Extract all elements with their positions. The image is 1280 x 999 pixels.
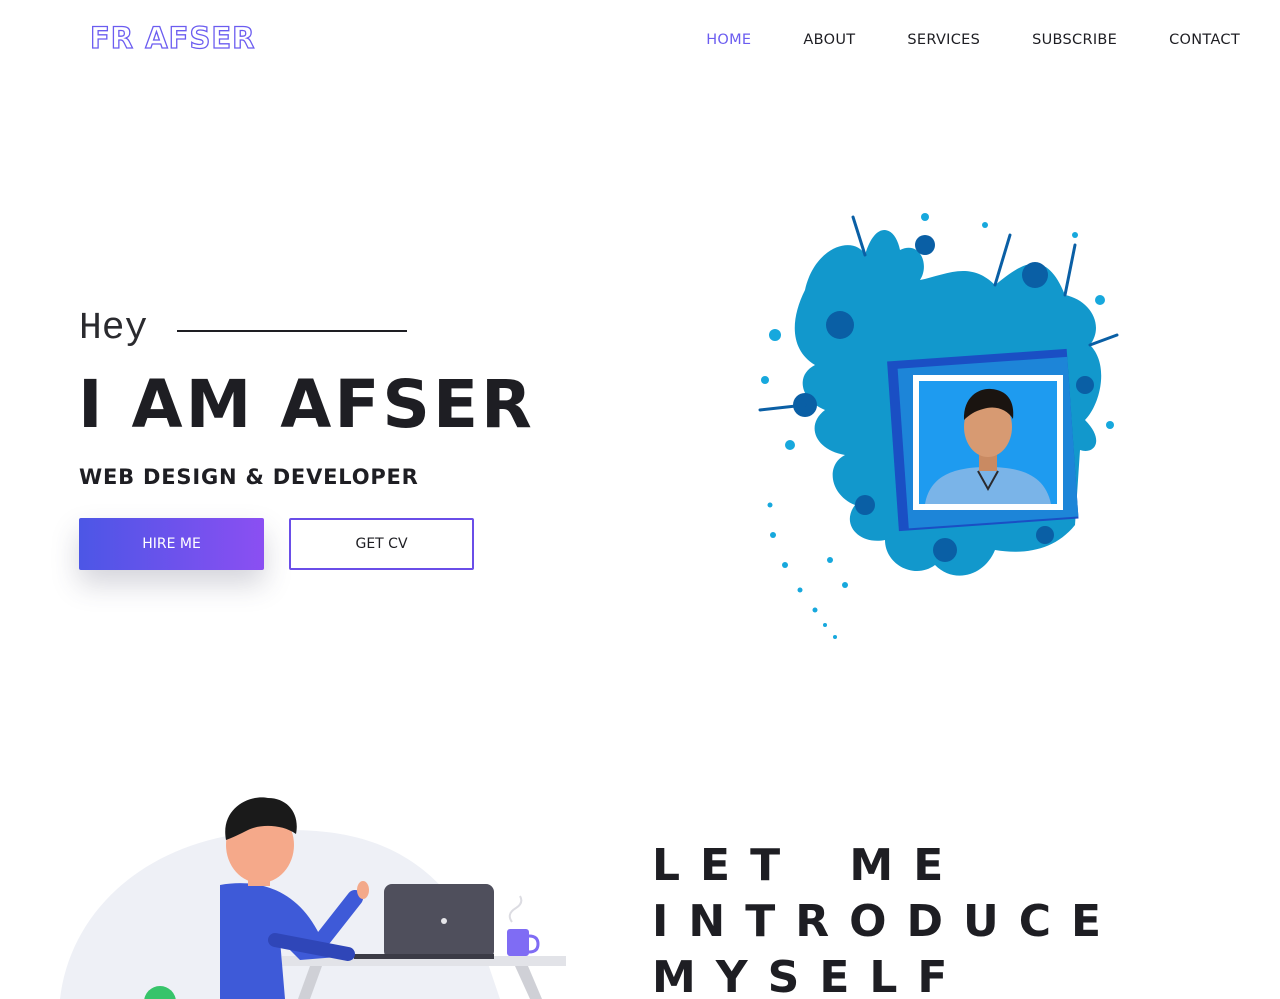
hire-me-button[interactable]: HIRE ME [79, 518, 264, 570]
profile-splash-image [758, 213, 1119, 639]
greeting-row: Hey [79, 306, 408, 352]
nav-item-subscribe[interactable]: SUBSCRIBE [1032, 30, 1117, 50]
get-cv-button[interactable]: GET CV [289, 518, 474, 570]
main-nav: HOME ABOUT SERVICES SUBSCRIBE CONTACT [654, 30, 1240, 50]
nav-item-contact[interactable]: CONTACT [1169, 30, 1240, 50]
nav-item-about[interactable]: ABOUT [803, 30, 855, 50]
greeting-text: Hey [79, 307, 148, 350]
greeting-divider [177, 330, 408, 332]
hero-role: WEB DESIGN & DEVELOPER [79, 465, 419, 489]
nav-item-home[interactable]: HOME [706, 30, 751, 50]
site-logo[interactable]: FR AFSER [89, 20, 256, 56]
hero-name: I AM AFSER [78, 366, 535, 443]
nav-item-services[interactable]: SERVICES [907, 30, 980, 50]
developer-at-desk-illustration [60, 797, 566, 999]
about-title: LET ME INTRODUCE MYSELF [652, 840, 1122, 999]
